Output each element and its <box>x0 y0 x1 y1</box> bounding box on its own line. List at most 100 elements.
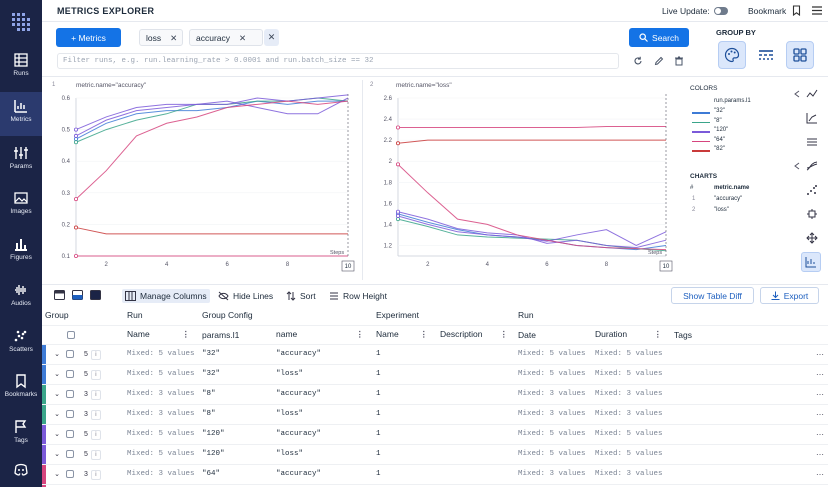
highlight-mode-icon[interactable] <box>806 208 818 220</box>
smoothing-icon[interactable] <box>806 136 818 148</box>
group-info-icon[interactable]: i <box>90 350 101 361</box>
legend-color-item[interactable]: "64" <box>690 137 790 147</box>
table-full-icon[interactable] <box>54 290 65 300</box>
edit-icon[interactable] <box>654 56 664 66</box>
loss-plot[interactable]: 2.6 2.4 2.2 2 1.8 1.6 1.4 1.2 2 4 6 8 Steps 10 <box>364 78 676 283</box>
sidebar-item-bookmarks[interactable]: Bookmarks <box>0 373 42 409</box>
sidebar-item-metrics[interactable]: Metrics <box>0 92 42 136</box>
remove-chip-icon[interactable]: ✕ <box>239 33 246 43</box>
col-date[interactable]: Date <box>515 325 592 345</box>
axes-scale-icon[interactable] <box>806 112 818 124</box>
table-hide-icon[interactable] <box>90 290 101 300</box>
row-checkbox[interactable] <box>66 370 74 378</box>
col-metric-name[interactable]: name ⋮ <box>273 325 373 345</box>
row-menu-icon[interactable]: ⋯ <box>813 424 828 445</box>
select-all-checkbox[interactable] <box>67 331 75 340</box>
sidebar-item-runs[interactable]: Runs <box>0 52 42 88</box>
column-menu-icon[interactable]: ⋮ <box>500 329 509 340</box>
chart-accuracy[interactable]: 1 metric.name="accuracy" 0.6 0.5 0.4 0.3 0.2… <box>46 78 358 283</box>
row-menu-icon[interactable]: ⋯ <box>813 464 828 485</box>
group-info-icon[interactable]: i <box>90 370 101 381</box>
reset-icon[interactable] <box>633 56 643 66</box>
sidebar-item-scatters[interactable]: Scatters <box>0 328 42 364</box>
collapse-arrow-icon[interactable] <box>794 162 800 170</box>
filter-runs-input[interactable]: Filter runs, e.g. run.learning_rate > 0.… <box>57 53 619 69</box>
add-metrics-button[interactable]: + Metrics <box>56 28 121 47</box>
sidebar-item-figures[interactable]: Figures <box>0 236 42 272</box>
legend-color-item[interactable]: "82" <box>690 146 790 156</box>
sidebar-item-tags[interactable]: Tags <box>0 419 42 455</box>
bookmark-button[interactable]: Bookmark <box>748 6 786 16</box>
sidebar-item-audios[interactable]: Audios <box>0 282 42 318</box>
aim-logo[interactable] <box>9 10 33 36</box>
sort-button[interactable]: Sort <box>283 289 319 303</box>
column-menu-icon[interactable]: ⋮ <box>654 329 663 340</box>
row-checkbox[interactable] <box>66 410 74 418</box>
legend-color-item[interactable]: "120" <box>690 127 790 137</box>
export-button[interactable]: Export <box>760 287 819 304</box>
accuracy-plot[interactable]: 0.6 0.5 0.4 0.3 0.2 0.1 2 4 6 8 Steps 10 <box>46 78 358 283</box>
sidebar-item-images[interactable]: Images <box>0 190 42 226</box>
sidebar-item-discord[interactable] <box>0 462 42 487</box>
group-info-icon[interactable]: i <box>90 470 101 481</box>
expand-chevron-icon[interactable]: ⌄ <box>50 430 64 438</box>
row-checkbox[interactable] <box>66 450 74 458</box>
outliers-icon[interactable] <box>806 184 818 196</box>
table-row[interactable]: ⌄ 3 i Mixed: 3 values "64" "accuracy" 1 Mixed: … <box>42 464 828 485</box>
expand-chevron-icon[interactable]: ⌄ <box>50 470 64 478</box>
expand-chevron-icon[interactable]: ⌄ <box>50 410 64 418</box>
row-checkbox[interactable] <box>66 430 74 438</box>
row-height-button[interactable]: Row Height <box>326 289 390 303</box>
column-menu-icon[interactable]: ⋮ <box>420 329 429 340</box>
chart-loss[interactable]: 2 metric.name="loss" 2.6 2.4 2.2 2 1.8 1.6 1.4… <box>364 78 676 283</box>
bookmark-icon[interactable] <box>792 5 801 16</box>
move-icon[interactable] <box>806 232 818 244</box>
clear-all-chips-icon[interactable]: ✕ <box>264 29 279 46</box>
group-by-chart-button[interactable] <box>786 41 814 69</box>
row-menu-icon[interactable]: ⋯ <box>813 404 828 425</box>
group-by-stroke-button[interactable] <box>752 41 780 69</box>
legend-color-item[interactable]: "32" <box>690 108 790 118</box>
table-half-icon[interactable] <box>72 290 83 300</box>
row-menu-icon[interactable]: ⋯ <box>813 444 828 465</box>
display-mode-button[interactable] <box>801 252 821 272</box>
table-row[interactable]: ⌄ 5 i Mixed: 5 values "32" "accuracy" 1 Mixed: … <box>42 344 828 365</box>
collapse-arrow-icon[interactable] <box>794 90 800 98</box>
live-update-toggle[interactable] <box>714 7 728 15</box>
expand-chevron-icon[interactable]: ⌄ <box>50 390 64 398</box>
row-checkbox[interactable] <box>66 350 74 358</box>
group-info-icon[interactable]: i <box>90 430 101 441</box>
col-experiment-name[interactable]: Name ⋮ <box>373 325 437 345</box>
group-info-icon[interactable]: i <box>90 390 101 401</box>
group-info-icon[interactable]: i <box>90 450 101 461</box>
col-duration[interactable]: Duration ⋮ <box>592 325 671 345</box>
table-row[interactable]: ⌄ 5 i Mixed: 5 values "32" "loss" 1 Mixed: 5 va… <box>42 364 828 385</box>
expand-chevron-icon[interactable]: ⌄ <box>50 450 64 458</box>
menu-icon[interactable] <box>812 6 822 15</box>
col-tags[interactable]: Tags <box>671 325 813 345</box>
row-checkbox[interactable] <box>66 470 74 478</box>
zoom-chart-icon[interactable] <box>806 88 818 100</box>
col-description[interactable]: Description ⋮ <box>437 325 515 345</box>
col-run-name[interactable]: Name ⋮ <box>124 325 199 345</box>
table-row[interactable]: ⌄ 5 i Mixed: 5 values "120" "loss" 1 Mixed: 5 v… <box>42 444 828 465</box>
hide-lines-button[interactable]: Hide Lines <box>215 289 276 303</box>
manage-columns-button[interactable]: Manage Columns <box>122 289 210 303</box>
curve-interpolation-icon[interactable] <box>806 160 818 172</box>
metric-chip-accuracy[interactable]: accuracy ✕ <box>189 29 263 46</box>
group-by-color-button[interactable] <box>718 41 746 69</box>
row-menu-icon[interactable]: ⋯ <box>813 384 828 405</box>
legend-color-item[interactable]: "8" <box>690 118 790 128</box>
delete-icon[interactable] <box>674 56 684 66</box>
legend-chart-item[interactable]: 2 "loss" <box>690 207 790 218</box>
column-menu-icon[interactable]: ⋮ <box>182 329 191 340</box>
metric-chip-loss[interactable]: loss ✕ <box>139 29 183 46</box>
col-params-l1[interactable]: params.l1 <box>199 325 273 345</box>
column-menu-icon[interactable]: ⋮ <box>356 329 365 340</box>
sidebar-item-params[interactable]: Params <box>0 145 42 181</box>
table-row[interactable]: ⌄ 3 i Mixed: 3 values "8" "accuracy" 1 Mixed: 3… <box>42 384 828 405</box>
expand-chevron-icon[interactable]: ⌄ <box>50 370 64 378</box>
group-info-icon[interactable]: i <box>90 410 101 421</box>
table-row[interactable]: ⌄ 5 i Mixed: 5 values "120" "accuracy" 1 Mixed:… <box>42 424 828 445</box>
legend-chart-item[interactable]: 1 "accuracy" <box>690 196 790 207</box>
